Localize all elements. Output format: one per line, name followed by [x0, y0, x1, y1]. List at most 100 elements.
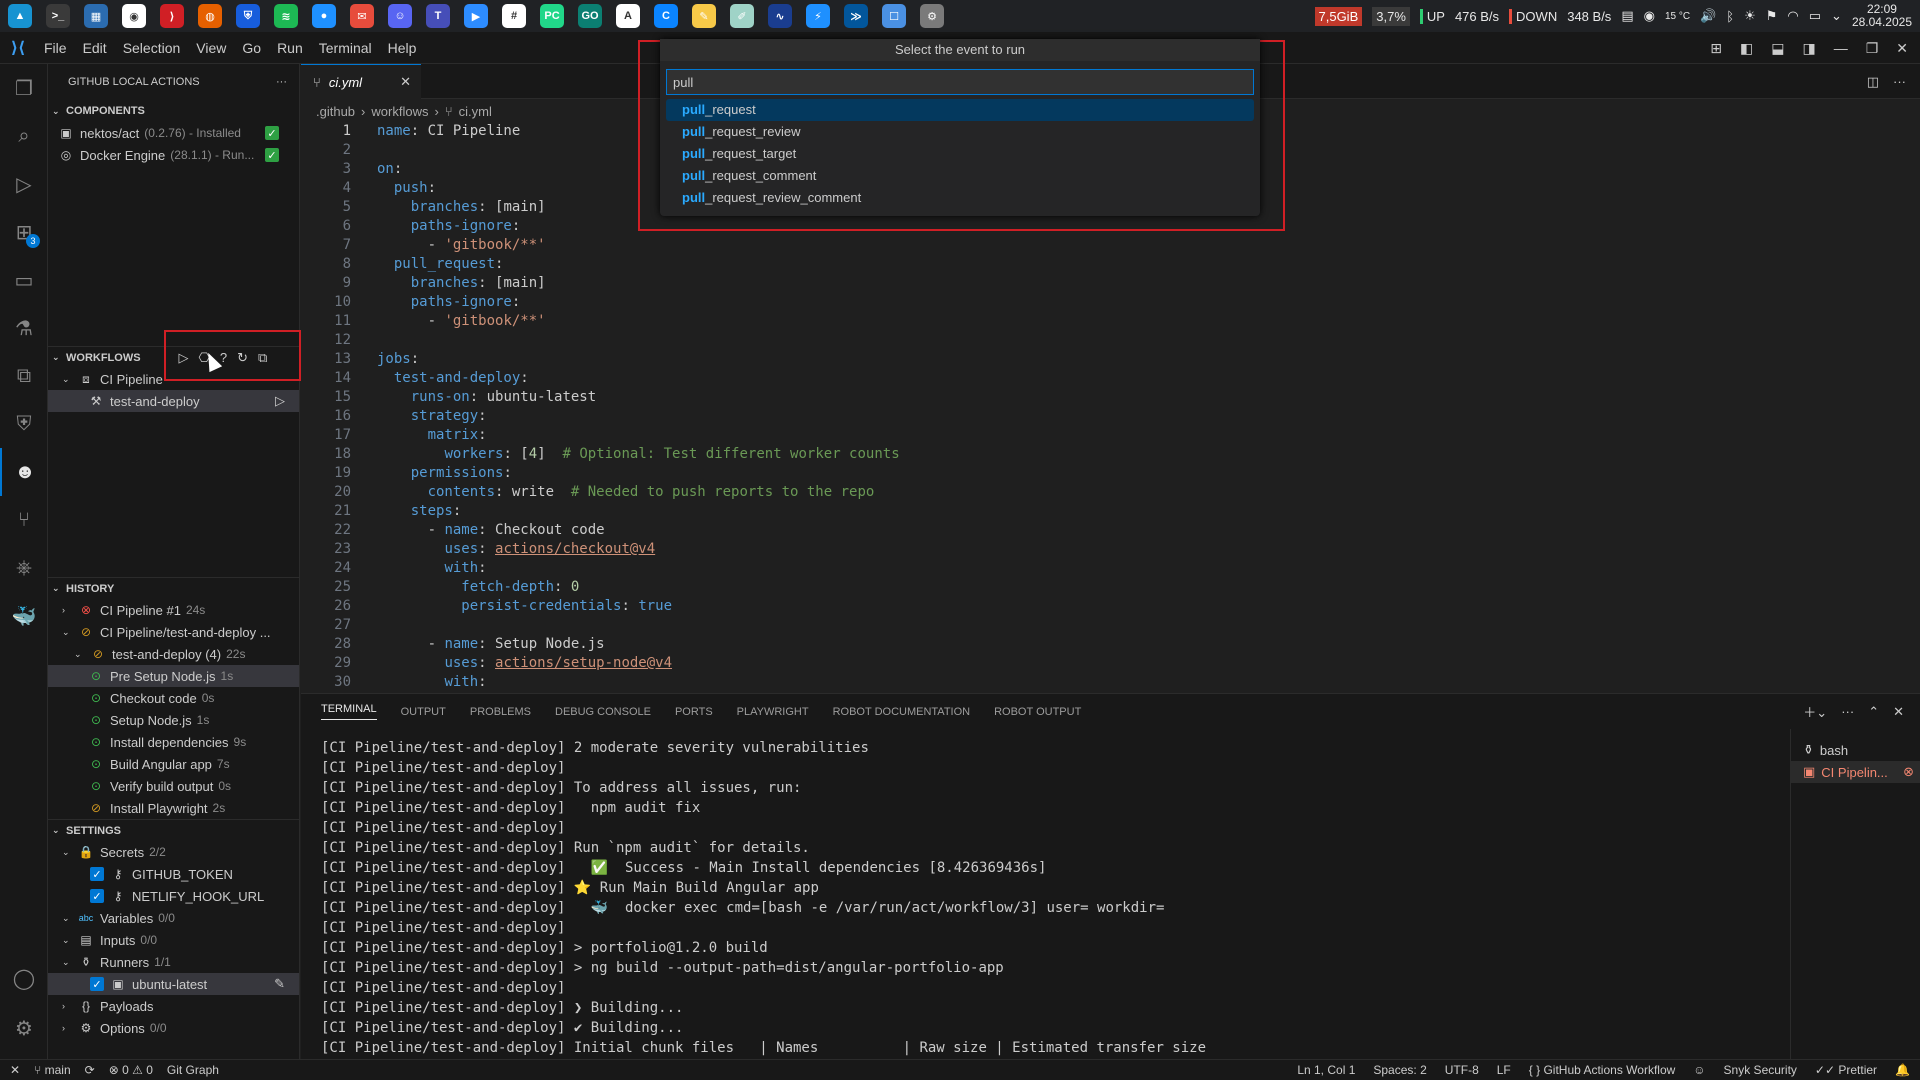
tab-robot-documentation[interactable]: ROBOT DOCUMENTATION [833, 706, 971, 718]
snyk-status[interactable]: Snyk Security [1724, 1063, 1797, 1077]
close-panel-icon[interactable]: ✕ [1893, 704, 1904, 720]
tab-terminal[interactable]: TERMINAL [321, 703, 377, 720]
quick-pick-item[interactable]: pull_request [666, 99, 1254, 121]
accounts-icon[interactable]: ◯ [0, 954, 48, 1002]
teams-icon[interactable]: T [426, 4, 450, 28]
battery-icon[interactable]: ▭ [1809, 8, 1821, 24]
remote-explorer-icon[interactable]: ▭ [0, 256, 48, 304]
new-terminal-icon[interactable]: ＋⌄ [1803, 702, 1827, 721]
run-job-icon[interactable]: ▷ [275, 393, 285, 409]
monitor-icon[interactable]: ∿ [768, 4, 792, 28]
history-item[interactable]: ⊘ Install Playwright 2s [48, 797, 299, 819]
notifications-bell-icon[interactable]: 🔔 [1895, 1063, 1910, 1077]
terminal-app-icon[interactable]: >_ [46, 4, 70, 28]
checkbox-checked-icon[interactable]: ✓ [90, 867, 104, 881]
settings-section-header[interactable]: ⌄ SETTINGS [48, 819, 299, 841]
keyboard-layout-icon[interactable]: ⚑ [1766, 8, 1778, 24]
secret-row[interactable]: ✓ ⚷ NETLIFY_HOOK_URL [48, 885, 299, 907]
spotify-icon[interactable]: ≋ [274, 4, 298, 28]
history-item[interactable]: ⊙ Verify build output 0s [48, 775, 299, 797]
draw-icon[interactable]: ✐ [730, 4, 754, 28]
toggle-sidebar-icon[interactable]: ◧ [1740, 40, 1753, 57]
toggle-secondary-sidebar-icon[interactable]: ◨ [1802, 40, 1815, 57]
testing-icon[interactable]: ⚗ [0, 304, 48, 352]
robot-framework-icon[interactable]: ⛨ [0, 400, 48, 448]
tray-expand-icon[interactable]: ⌄ [1831, 8, 1842, 24]
prettier-status[interactable]: ✓✓ Prettier [1815, 1063, 1877, 1077]
bitwarden-icon[interactable]: ⛨ [236, 4, 260, 28]
problems-status[interactable]: ⊗ 0 ⚠ 0 [109, 1063, 153, 1077]
run-debug-icon[interactable]: ▷ [0, 160, 48, 208]
menu-file[interactable]: File [36, 40, 75, 56]
wifi-icon[interactable]: ◠ [1787, 8, 1798, 24]
history-item[interactable]: ⊙ Checkout code 0s [48, 687, 299, 709]
checkbox-checked-icon[interactable]: ✓ [90, 889, 104, 903]
history-item[interactable]: ⌄ ⊘ test-and-deploy (4) 22s [48, 643, 299, 665]
history-item[interactable]: ⊙ Setup Node.js 1s [48, 709, 299, 731]
code-token[interactable]: actions/setup-node@v4 [495, 655, 672, 671]
menu-edit[interactable]: Edit [75, 40, 115, 56]
finder-icon[interactable]: ☐ [882, 4, 906, 28]
checkbox-checked-icon[interactable]: ✓ [90, 977, 104, 991]
code-token[interactable]: actions/checkout@v4 [495, 541, 655, 557]
history-item[interactable]: ⊙ Build Angular app 7s [48, 753, 299, 775]
terminal-item-bash[interactable]: ⚱ bash [1791, 739, 1920, 761]
edit-pencil-icon[interactable]: ✎ [274, 976, 285, 992]
panel-more-icon[interactable]: ··· [1841, 704, 1854, 719]
settings-options-row[interactable]: › ⚙ Options 0/0 [48, 1017, 299, 1039]
encoding[interactable]: UTF-8 [1445, 1063, 1479, 1077]
copilot-icon[interactable]: ☺ [1693, 1063, 1705, 1077]
mail-app-icon[interactable]: ✉ [350, 4, 374, 28]
tab-robot-output[interactable]: ROBOT OUTPUT [994, 706, 1081, 718]
chrome-icon[interactable]: ◉ [122, 4, 146, 28]
flutter-icon[interactable]: ≫ [844, 4, 868, 28]
history-item[interactable]: ⌄ ⊘ CI Pipeline/test-and-deploy ... [48, 621, 299, 643]
menu-selection[interactable]: Selection [115, 40, 189, 56]
docker-icon[interactable]: 🐳 [0, 592, 48, 640]
settings-runners-row[interactable]: ⌄ ⚱ Runners 1/1 [48, 951, 299, 973]
menu-help[interactable]: Help [380, 40, 425, 56]
kubernetes-icon[interactable]: ⎈ [0, 544, 48, 592]
settings-inputs-row[interactable]: ⌄ ▤ Inputs 0/0 [48, 929, 299, 951]
quick-pick-item[interactable]: pull_request_review_comment [666, 187, 1254, 209]
goland-icon[interactable]: GO [578, 4, 602, 28]
firefox-icon[interactable]: ◍ [198, 4, 222, 28]
vscode-app-icon[interactable]: ⟩ [160, 4, 184, 28]
workflow-job-row[interactable]: ⚒ test-and-deploy ▷ [48, 390, 299, 412]
slack-icon[interactable]: # [502, 4, 526, 28]
manage-gear-icon[interactable]: ⚙ [0, 1004, 48, 1052]
app-store-icon[interactable]: A [616, 4, 640, 28]
settings-app-icon[interactable]: ⚙ [920, 4, 944, 28]
extensions-icon[interactable]: ⊞ 3 [0, 208, 48, 256]
secret-row[interactable]: ✓ ⚷ GITHUB_TOKEN [48, 863, 299, 885]
breadcrumb-item[interactable]: workflows [371, 104, 428, 119]
quick-pick-item[interactable]: pull_request_review [666, 121, 1254, 143]
discord-icon[interactable]: ☺ [388, 4, 412, 28]
browser-icon[interactable]: C [654, 4, 678, 28]
chat-app-icon[interactable]: ● [312, 4, 336, 28]
tab-debug-console[interactable]: DEBUG CONSOLE [555, 706, 651, 718]
pycharm-icon[interactable]: PC [540, 4, 564, 28]
branch-status[interactable]: ⑂ main [34, 1063, 71, 1077]
breadcrumb-item[interactable]: ci.yml [459, 104, 492, 119]
component-row-act[interactable]: ▣ nektos/act (0.2.76) - Installed ✓ [48, 122, 299, 144]
git-graph-button[interactable]: Git Graph [167, 1063, 219, 1077]
source-control-graph-icon[interactable]: ⧉ [0, 352, 48, 400]
terminal-error-icon[interactable]: ⊗ [1903, 764, 1914, 780]
restore-icon[interactable]: ❐ [1866, 40, 1879, 57]
customize-layout-icon[interactable]: ⊞ [1710, 40, 1722, 57]
history-item[interactable]: ⊙ Pre Setup Node.js 1s [48, 665, 299, 687]
clock[interactable]: 22:09 28.04.2025 [1852, 3, 1912, 29]
indentation[interactable]: Spaces: 2 [1373, 1063, 1426, 1077]
runner-row[interactable]: ✓ ▣ ubuntu-latest ✎ [48, 973, 299, 995]
quick-pick-input[interactable]: pull [666, 69, 1254, 95]
source-control-icon[interactable]: ⑂ [0, 496, 48, 544]
history-item[interactable]: › ⊗ CI Pipeline #1 24s [48, 599, 299, 621]
end-of-line[interactable]: LF [1497, 1063, 1511, 1077]
menu-run[interactable]: Run [269, 40, 311, 56]
zoom-icon[interactable]: ▶ [464, 4, 488, 28]
editor-more-icon[interactable]: ··· [1893, 74, 1906, 89]
tab-ci-yml[interactable]: ⑂ ci.yml ✕ [301, 64, 421, 99]
terminal-output[interactable]: [CI Pipeline/test-and-deploy] 2 moderate… [321, 738, 1781, 1058]
history-section-header[interactable]: ⌄ HISTORY [48, 577, 299, 599]
